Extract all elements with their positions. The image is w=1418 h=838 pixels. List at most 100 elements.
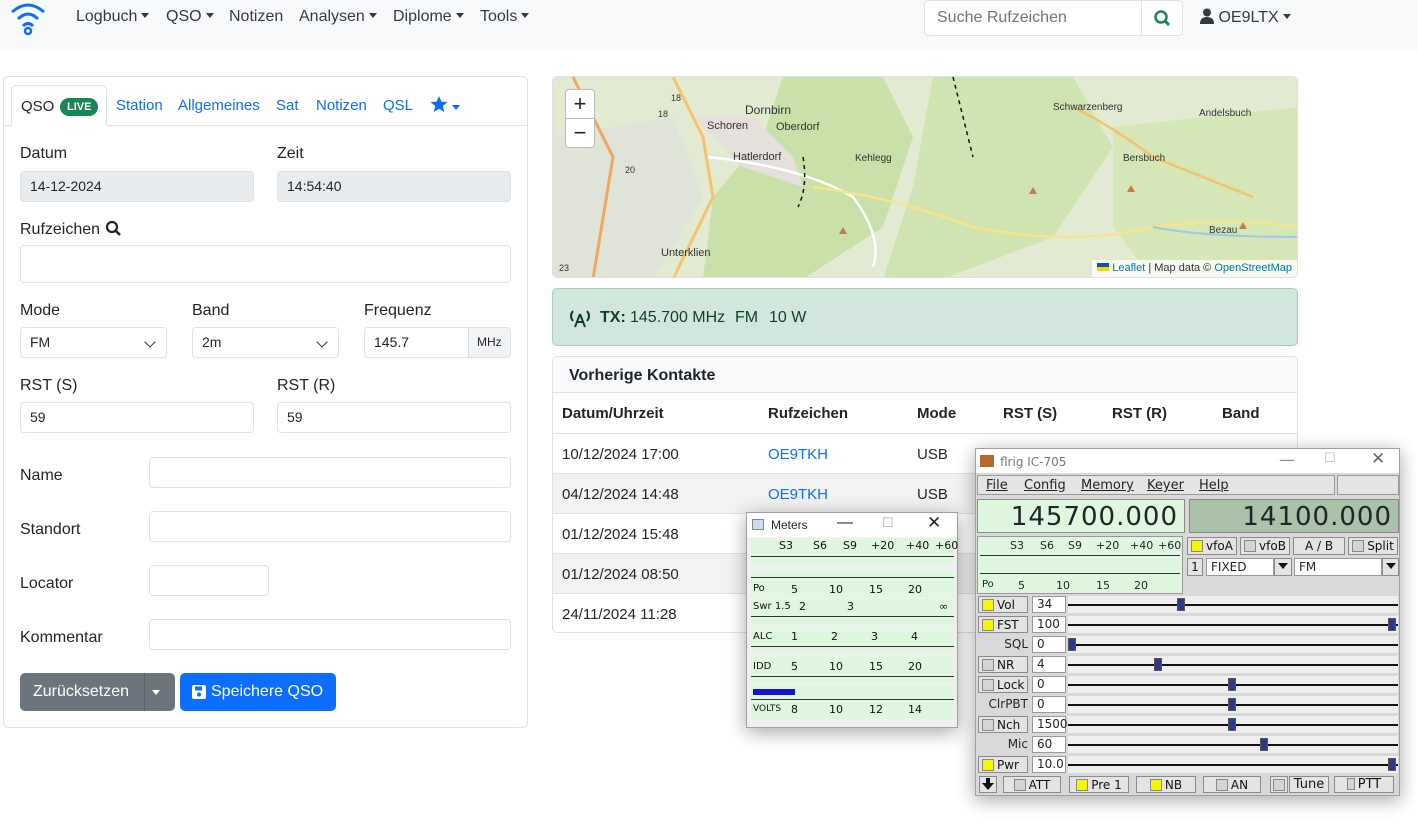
control-value-clrpbt[interactable]: 0 [1032, 696, 1066, 713]
row-call-link[interactable]: OE9TKH [768, 446, 828, 463]
search-input[interactable] [924, 0, 1142, 36]
control-label-pwr[interactable]: Pwr [978, 756, 1028, 773]
memory-slot-button[interactable]: 1 [1187, 558, 1203, 576]
control-value-nch[interactable]: 1500 [1032, 716, 1068, 733]
slider-lock[interactable] [1068, 676, 1398, 693]
slider-knob[interactable] [1388, 758, 1396, 771]
control-value-fst[interactable]: 100 [1032, 616, 1066, 633]
meters-titlebar[interactable]: Meters — ☐ ✕ [747, 513, 957, 537]
control-label-nr[interactable]: NR [978, 656, 1028, 673]
tab-qsl[interactable]: QSL [383, 97, 413, 114]
control-value-vol[interactable]: 34 [1032, 596, 1066, 613]
frequenz-field[interactable]: 145.7 [364, 327, 469, 358]
wifi-icon[interactable] [8, 0, 48, 36]
nav-tools[interactable]: Tools [480, 8, 530, 26]
user-menu[interactable]: OE9LTX [1200, 8, 1291, 27]
ptt-button[interactable]: PTT [1334, 776, 1394, 793]
an-button[interactable]: AN [1203, 776, 1261, 793]
nb-button[interactable]: NB [1136, 776, 1196, 793]
save-button[interactable]: Speichere QSO [180, 673, 336, 711]
collapse-button[interactable] [979, 776, 997, 793]
nav-logbuch[interactable]: Logbuch [76, 8, 150, 26]
slider-sql[interactable] [1068, 636, 1398, 653]
mode-dropdown[interactable] [1382, 558, 1399, 576]
minimize-icon[interactable]: — [837, 514, 853, 532]
tune-toggle[interactable] [1270, 776, 1288, 793]
slider-vol[interactable] [1068, 596, 1398, 613]
filter-select[interactable]: FIXED [1206, 558, 1274, 576]
search-button[interactable] [1141, 0, 1183, 36]
control-value-lock[interactable]: 0 [1032, 676, 1066, 693]
standort-field[interactable] [149, 511, 511, 542]
slider-nr[interactable] [1068, 656, 1398, 673]
minimize-icon[interactable]: — [1279, 450, 1295, 469]
control-label-vol[interactable]: Vol [978, 596, 1028, 613]
tab-favorites[interactable] [430, 95, 460, 117]
vfo-a-button[interactable]: vfoA [1187, 537, 1237, 555]
control-value-mic[interactable]: 60 [1032, 736, 1066, 753]
flrig-titlebar[interactable]: flrig IC-705 — ☐ ✕ [976, 449, 1399, 473]
tab-sat[interactable]: Sat [276, 97, 299, 114]
control-label-fst[interactable]: FST [978, 616, 1028, 633]
slider-knob[interactable] [1228, 698, 1236, 711]
zoom-in-button[interactable]: + [565, 89, 595, 119]
nav-analysen[interactable]: Analysen [299, 8, 377, 26]
search-icon[interactable] [105, 220, 123, 236]
slider-knob[interactable] [1154, 658, 1162, 671]
slider-pwr[interactable] [1068, 756, 1398, 773]
menu-config[interactable]: Config [1024, 478, 1066, 493]
map[interactable]: Dornbirn Schoren Oberdorf Hatlerdorf Keh… [552, 76, 1298, 278]
slider-knob[interactable] [1068, 638, 1076, 651]
slider-knob[interactable] [1177, 598, 1185, 611]
slider-knob[interactable] [1260, 738, 1268, 751]
name-field[interactable] [149, 457, 511, 488]
rst-s-field[interactable]: 59 [20, 402, 254, 433]
zeit-field[interactable]: 14:54:40 [277, 171, 511, 202]
menu-extra[interactable] [1337, 475, 1399, 495]
slider-nch[interactable] [1068, 716, 1398, 733]
a-b-button[interactable]: A / B [1293, 537, 1345, 555]
leaflet-link[interactable]: Leaflet [1112, 262, 1145, 274]
slider-mic[interactable] [1068, 736, 1398, 753]
close-icon[interactable]: ✕ [927, 513, 941, 533]
mode-select[interactable]: FM [1294, 558, 1382, 576]
vfo-a-display[interactable]: 145700.000 [977, 499, 1185, 533]
slider-knob[interactable] [1388, 618, 1396, 631]
locator-field[interactable] [149, 565, 269, 596]
tab-notizen[interactable]: Notizen [316, 97, 367, 114]
menu-memory[interactable]: Memory [1081, 478, 1134, 493]
slider-fst[interactable] [1068, 616, 1398, 633]
rufzeichen-field[interactable] [20, 245, 511, 283]
slider-clrpbt[interactable] [1068, 696, 1398, 713]
tab-allgemeines[interactable]: Allgemeines [178, 97, 260, 114]
slider-knob[interactable] [1228, 718, 1236, 731]
nav-diplome[interactable]: Diplome [393, 8, 464, 26]
split-button[interactable]: Split [1348, 537, 1398, 555]
row-call-link[interactable]: OE9TKH [768, 486, 828, 503]
control-value-pwr[interactable]: 10.0 [1032, 756, 1066, 773]
menu-help[interactable]: Help [1199, 478, 1229, 493]
tab-qso[interactable]: QSO LIVE [11, 85, 107, 126]
control-value-sql[interactable]: 0 [1032, 636, 1066, 653]
att-button[interactable]: ATT [1003, 776, 1061, 793]
nav-notizen[interactable]: Notizen [229, 8, 283, 26]
rst-r-field[interactable]: 59 [277, 402, 511, 433]
zoom-out-button[interactable]: − [565, 118, 595, 148]
reset-button[interactable]: Zurücksetzen [20, 673, 175, 711]
menu-keyer[interactable]: Keyer [1147, 478, 1184, 493]
kommentar-field[interactable] [149, 619, 511, 650]
menu-file[interactable]: File [986, 478, 1008, 493]
mode-select[interactable]: FM [20, 327, 167, 358]
datum-field[interactable]: 14-12-2024 [20, 171, 254, 202]
chevron-down-icon[interactable] [152, 690, 160, 695]
tab-station[interactable]: Station [116, 97, 163, 114]
filter-dropdown[interactable] [1274, 558, 1292, 576]
slider-knob[interactable] [1228, 678, 1236, 691]
maximize-icon[interactable]: ☐ [882, 515, 894, 531]
control-value-nr[interactable]: 4 [1032, 656, 1066, 673]
osm-link[interactable]: OpenStreetMap [1214, 262, 1292, 274]
maximize-icon[interactable]: ☐ [1324, 451, 1336, 466]
control-label-lock[interactable]: Lock [978, 676, 1028, 693]
vfo-b-display[interactable]: 14100.000 [1189, 499, 1399, 533]
preamp-button[interactable]: Pre 1 [1069, 776, 1129, 793]
